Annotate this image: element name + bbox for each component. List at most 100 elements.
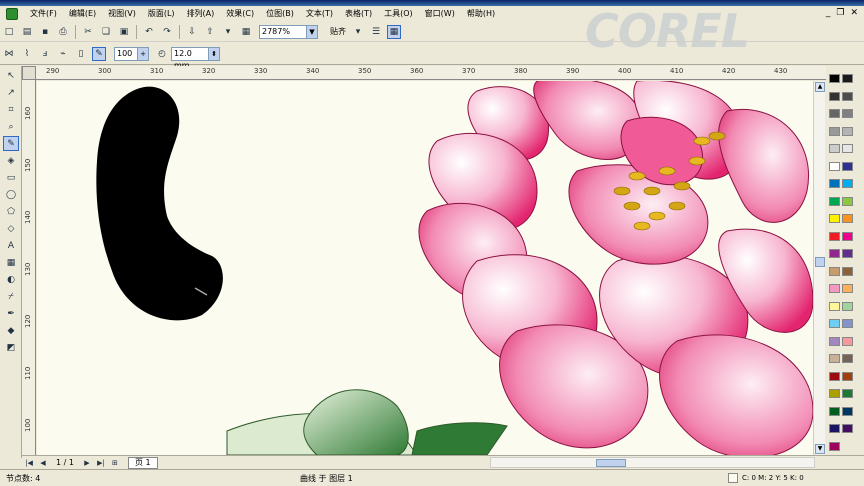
color-swatch[interactable] xyxy=(829,424,840,433)
color-swatch[interactable] xyxy=(842,231,853,241)
horizontal-scroll-thumb[interactable] xyxy=(596,459,626,467)
color-swatch[interactable] xyxy=(829,109,840,118)
color-swatch[interactable] xyxy=(829,144,840,153)
color-swatch[interactable] xyxy=(829,284,840,293)
color-swatch[interactable] xyxy=(829,336,840,346)
view-options-icon[interactable]: ▦ xyxy=(387,24,401,39)
eyedropper-icon[interactable]: ⌿ xyxy=(3,289,19,304)
color-swatch[interactable] xyxy=(842,74,853,83)
smudge-icon[interactable]: ⌇ xyxy=(20,47,34,61)
menu-text[interactable]: 文本(T) xyxy=(300,6,339,22)
peony-flower-artwork[interactable] xyxy=(418,81,813,455)
color-swatch[interactable] xyxy=(829,74,840,83)
zoom-combo[interactable]: 2787% ▼ xyxy=(259,24,318,39)
color-swatch[interactable] xyxy=(829,179,840,188)
add-page-icon[interactable]: ⊞ xyxy=(110,458,120,468)
chevron-down-icon[interactable]: ▼ xyxy=(307,24,318,39)
color-swatch[interactable] xyxy=(842,266,853,276)
restore-icon[interactable]: ❐ xyxy=(836,8,844,18)
undo-icon[interactable]: ↶ xyxy=(142,25,156,39)
color-swatch[interactable] xyxy=(829,319,840,328)
brush-width-field[interactable]: 12.0 mm xyxy=(171,46,209,70)
ruler-origin[interactable] xyxy=(22,66,36,80)
color-swatch[interactable] xyxy=(842,301,853,311)
outline-pen-icon[interactable]: ✒ xyxy=(3,306,19,321)
vertical-scrollbar[interactable]: ▲ ▼ xyxy=(813,81,825,455)
scroll-up-icon[interactable]: ▲ xyxy=(815,82,825,92)
color-swatch[interactable] xyxy=(829,214,840,223)
new-document-icon[interactable]: □ xyxy=(2,25,16,39)
last-page-icon[interactable]: ▶| xyxy=(96,458,106,468)
menu-help[interactable]: 帮助(H) xyxy=(461,6,501,22)
shape-tool-icon[interactable]: ↗ xyxy=(3,85,19,100)
menu-tools[interactable]: 工具(O) xyxy=(378,6,419,22)
menu-effects[interactable]: 效果(C) xyxy=(220,6,260,22)
color-swatch[interactable] xyxy=(842,91,853,101)
import-icon[interactable]: ⇩ xyxy=(185,25,199,39)
color-swatch[interactable] xyxy=(842,144,853,153)
brush-size-spinner[interactable]: 100 + xyxy=(114,46,149,61)
scroll-down-icon[interactable]: ▼ xyxy=(815,444,825,454)
next-page-icon[interactable]: ▶ xyxy=(82,458,92,468)
zoom-level-field[interactable]: 2787% xyxy=(259,24,307,39)
menu-table[interactable]: 表格(T) xyxy=(339,6,378,22)
color-swatch[interactable] xyxy=(842,354,853,363)
color-swatch[interactable] xyxy=(842,284,853,293)
brush-size-field[interactable]: 100 xyxy=(114,46,138,61)
interactive-blend-icon[interactable]: ◐ xyxy=(3,272,19,287)
freehand-tool-icon[interactable]: ✎ xyxy=(3,136,19,151)
color-swatch[interactable] xyxy=(829,91,840,101)
knife-icon[interactable]: ⌁ xyxy=(56,47,70,61)
color-swatch[interactable] xyxy=(842,424,853,433)
fill-swatch[interactable] xyxy=(728,473,738,483)
pen-pressure-icon[interactable]: ✎ xyxy=(92,46,106,61)
cut-icon[interactable]: ✂ xyxy=(81,25,95,39)
eraser-icon[interactable]: ▯ xyxy=(74,47,88,61)
ellipse-tool-icon[interactable]: ◯ xyxy=(3,187,19,202)
rectangle-tool-icon[interactable]: ▭ xyxy=(3,170,19,185)
open-folder-icon[interactable]: ▤ xyxy=(20,25,34,39)
color-swatch[interactable] xyxy=(829,196,840,206)
color-swatch[interactable] xyxy=(829,126,840,136)
menu-view[interactable]: 视图(V) xyxy=(102,6,142,22)
color-swatch[interactable] xyxy=(842,161,853,171)
roughen-icon[interactable]: ⅎ xyxy=(38,47,52,61)
horizontal-scrollbar[interactable] xyxy=(490,457,815,468)
first-page-icon[interactable]: |◀ xyxy=(24,458,34,468)
zoom-tool-icon[interactable]: ⌕ xyxy=(3,119,19,134)
basic-shapes-icon[interactable]: ◇ xyxy=(3,221,19,236)
text-tool-icon[interactable]: A xyxy=(3,238,19,253)
color-swatch[interactable] xyxy=(829,354,840,363)
fill-tool-icon[interactable]: ◆ xyxy=(3,323,19,338)
horizontal-ruler[interactable]: 290 300 310 320 330 340 350 360 370 380 390 400 410 4… xyxy=(36,66,826,80)
smart-fill-icon[interactable]: ◈ xyxy=(3,153,19,168)
chevron-down-icon[interactable]: ▾ xyxy=(351,25,365,39)
export-icon[interactable]: ⇧ xyxy=(203,25,217,39)
vertical-scroll-thumb[interactable] xyxy=(815,257,825,267)
color-swatch[interactable] xyxy=(842,196,853,206)
color-swatch[interactable] xyxy=(842,336,853,346)
color-swatch[interactable] xyxy=(842,179,853,188)
brush-stroke-shape[interactable] xyxy=(96,86,223,321)
polygon-tool-icon[interactable]: ⬠ xyxy=(3,204,19,219)
color-swatch[interactable] xyxy=(829,301,840,311)
paste-icon[interactable]: ▣ xyxy=(117,25,131,39)
pick-tool-icon[interactable]: ↖ xyxy=(3,68,19,83)
color-swatch[interactable] xyxy=(842,371,853,381)
color-swatch[interactable] xyxy=(829,249,840,258)
color-swatch[interactable] xyxy=(842,389,853,398)
save-icon[interactable]: ▪ xyxy=(38,25,52,39)
color-swatch[interactable] xyxy=(842,109,853,118)
drawing-canvas[interactable] xyxy=(37,81,813,455)
redo-icon[interactable]: ↷ xyxy=(160,25,174,39)
brush-width-spinner[interactable]: 12.0 mm ⬍ xyxy=(171,46,220,70)
menu-arrange[interactable]: 排列(A) xyxy=(181,6,221,22)
brush-dial-icon[interactable]: ◴ xyxy=(155,47,169,61)
options-icon[interactable]: ☰ xyxy=(369,25,383,39)
print-icon[interactable]: ⎙ xyxy=(56,25,70,39)
crop-tool-icon[interactable]: ⌗ xyxy=(3,102,19,117)
color-swatch[interactable] xyxy=(842,249,853,258)
color-swatch[interactable] xyxy=(829,441,840,451)
color-swatch[interactable] xyxy=(829,406,840,416)
interactive-fill-icon[interactable]: ◩ xyxy=(3,340,19,355)
